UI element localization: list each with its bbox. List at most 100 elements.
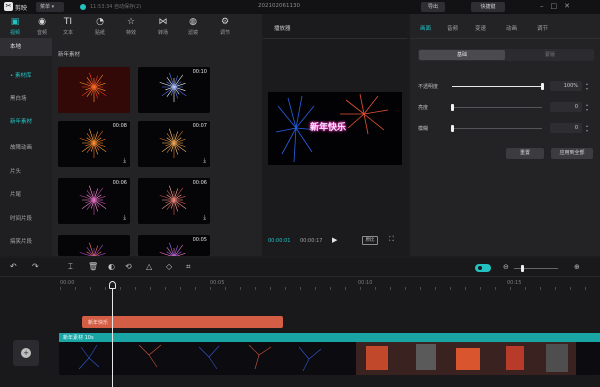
ruler-tick [105,287,106,290]
inspector-tab[interactable]: 音频 [447,24,458,32]
sidebar-item[interactable]: 本地 [0,38,52,56]
slider-knob[interactable] [451,104,454,111]
media-thumbnail[interactable]: 00:10 [138,67,210,113]
close-icon[interactable]: ✕ [564,2,577,10]
ruler-tick [405,287,406,290]
inspector-tab[interactable]: 动画 [506,24,517,32]
property-slider[interactable] [451,125,542,132]
undo-icon[interactable]: ↶ [10,262,17,271]
media-thumbnail[interactable]: 00:07 ⤓ [138,121,210,167]
export-button[interactable]: 导出 [421,2,445,12]
maximize-icon[interactable]: □ [551,2,565,10]
menu-button[interactable]: 菜单 ▾ [36,2,64,12]
play-icon[interactable]: ▶ [332,236,337,244]
split-icon[interactable]: ⌶ [68,262,73,272]
effects-icon: ☆ [126,17,136,27]
media-thumbnail[interactable] [58,67,130,113]
crop-icon[interactable]: ⌗ [186,262,191,272]
shortcut-button[interactable]: 快捷键 [471,2,505,12]
ruler-tick [420,287,421,290]
reverse-icon[interactable]: ⟲ [125,262,132,271]
download-icon[interactable]: ⤓ [203,157,206,165]
ruler-tick [390,287,391,290]
library-section-title: 新年素材 [58,52,81,58]
ruler-tick [360,287,361,290]
media-thumbnail[interactable]: 00:08 ⤓ [58,121,130,167]
filter-icon: ◍ [189,17,197,27]
tab-transition[interactable]: ⋈ 转场 [152,16,174,42]
ruler-tick [435,287,436,290]
playhead[interactable] [112,284,113,387]
media-thumbnail[interactable]: 00:06 ⤓ [138,178,210,224]
media-thumbnail[interactable] [58,235,130,256]
preview-caption: 新年快乐 [310,123,347,133]
sidebar-item[interactable]: 时间片段 [0,210,52,228]
media-thumbnail[interactable]: 00:05 [138,235,210,256]
zoom-in-icon[interactable]: ⊕ [574,263,580,271]
minimize-icon[interactable]: – [540,2,551,10]
media-thumbnail[interactable]: 00:06 ⤓ [58,178,130,224]
fullscreen-icon[interactable]: ⛶ [389,235,394,244]
rotate-icon[interactable]: ◇ [166,262,172,271]
tab-basic[interactable]: 基础 [419,50,505,60]
cover-button[interactable]: + [13,340,39,366]
slider-knob[interactable] [541,83,544,90]
sidebar-item[interactable]: 搞笑片段 [0,233,52,251]
apply-to-all-button[interactable]: 应用到全部 [551,148,593,159]
tab-text[interactable]: TI 文本 [57,16,79,42]
tab-sticker[interactable]: ◔ 贴纸 [89,16,111,42]
tab-mask[interactable]: 蒙版 [507,50,593,60]
track-linkage-toggle[interactable] [475,264,491,272]
window-controls[interactable]: –□✕ [540,2,577,10]
tab-filter[interactable]: ◍ 滤镜 [182,16,204,42]
sidebar-item[interactable]: 故障动画 [0,139,52,157]
current-time: 00:00:01 [268,238,291,244]
ruler-tick [525,287,526,290]
value-stepper[interactable]: ▴ ▾ [584,81,590,91]
sidebar-item[interactable]: • 素材库 [0,67,52,85]
sidebar-item[interactable]: 新年素材 [0,113,52,131]
freeze-icon[interactable]: ◐ [108,262,115,271]
inspector-tab[interactable]: 画面 [420,24,431,32]
tab-adjust[interactable]: ⚙ 调节 [214,16,236,42]
property-value-input[interactable]: 100% [550,81,582,91]
property-slider[interactable] [452,83,544,90]
sidebar-item[interactable]: 片头 [0,163,52,181]
slider-knob[interactable] [451,125,454,132]
redo-icon[interactable]: ↷ [32,262,39,271]
ruler-tick [540,287,541,290]
sidebar-item[interactable]: 黑白场 [0,90,52,108]
firework-preview [79,242,106,256]
ruler-tick [510,287,511,290]
zoom-out-icon[interactable]: ⊖ [503,263,509,271]
download-icon[interactable]: ⤓ [203,214,206,222]
app-logo-icon: ✂ [4,2,13,11]
value-stepper[interactable]: ▴ ▾ [584,123,590,133]
sidebar-item[interactable]: 片尾 [0,186,52,204]
ruler-tick [555,287,556,290]
inspector-tab[interactable]: 调节 [537,24,548,32]
inspector-tab[interactable]: 变速 [475,24,486,32]
property-value-input[interactable]: 0 [550,102,582,112]
ratio-button[interactable]: 原比 [362,236,378,245]
mirror-icon[interactable]: △ [146,262,152,271]
property-value-input[interactable]: 0 [550,123,582,133]
audio-icon: ◉ [38,17,46,27]
value-stepper[interactable]: ▴ ▾ [584,102,590,112]
property-slider[interactable] [451,104,542,111]
film-icon: ▣ [10,17,20,27]
reset-button[interactable]: 重置 [506,148,544,159]
delete-icon[interactable]: 🗑 [88,262,98,271]
ruler-tick [60,287,61,290]
download-icon[interactable]: ⤓ [123,214,126,222]
sticker-icon: ◔ [96,17,104,27]
tab-effects[interactable]: ☆ 特效 [120,16,142,42]
playhead-handle[interactable] [109,281,116,289]
ruler-label: 00:10 [358,280,373,286]
tab-label: 文本 [62,30,73,36]
ruler-tick [285,287,286,290]
tab-label: 转场 [157,30,168,36]
download-icon[interactable]: ⤓ [123,157,126,165]
zoom-slider-knob[interactable] [520,265,524,272]
tab-label: 调节 [219,30,230,36]
